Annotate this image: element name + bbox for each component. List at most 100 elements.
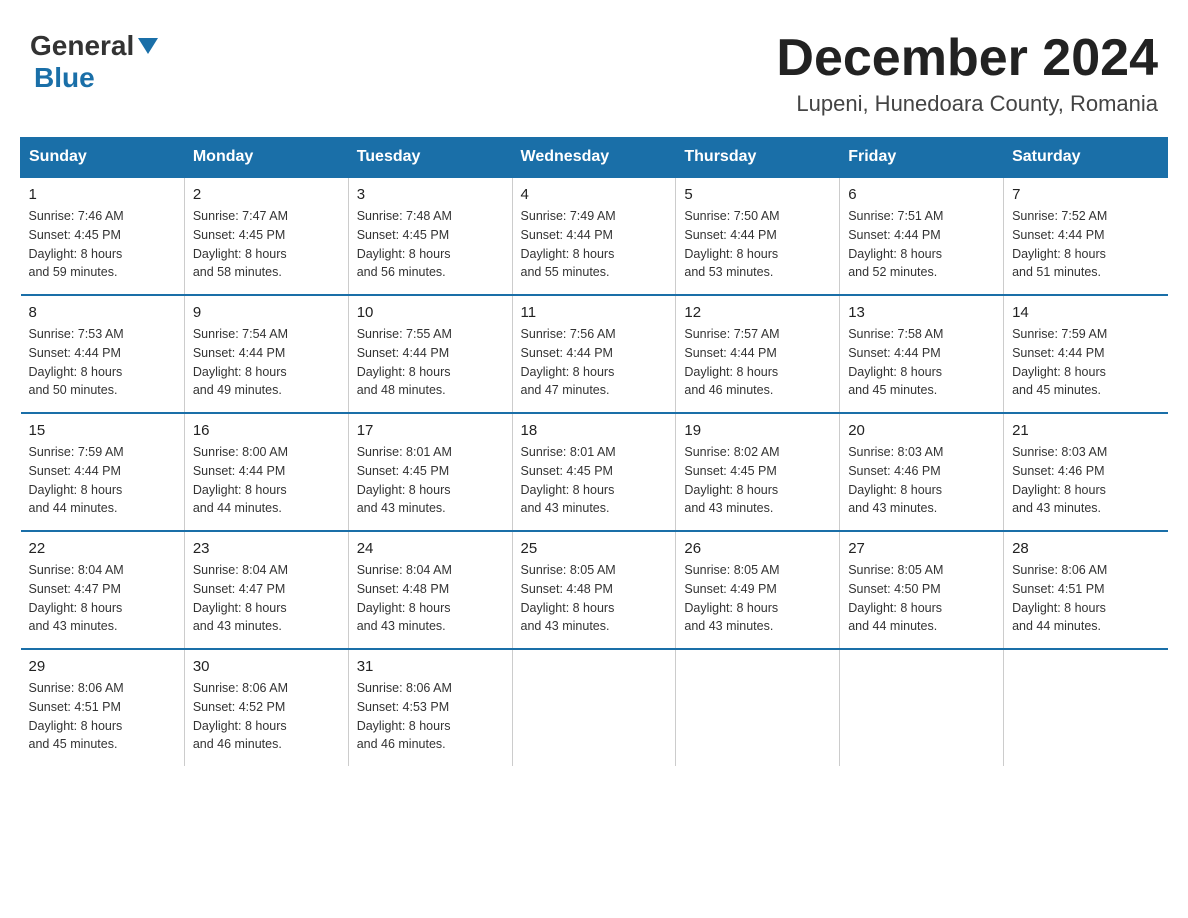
calendar-week-1: 1 Sunrise: 7:46 AM Sunset: 4:45 PM Dayli… [21, 177, 1168, 295]
day-info: Sunrise: 8:04 AM Sunset: 4:47 PM Dayligh… [193, 561, 340, 636]
calendar-day-2: 2 Sunrise: 7:47 AM Sunset: 4:45 PM Dayli… [184, 177, 348, 295]
day-number: 3 [357, 186, 504, 203]
calendar-day-24: 24 Sunrise: 8:04 AM Sunset: 4:48 PM Dayl… [348, 531, 512, 649]
calendar-day-30: 30 Sunrise: 8:06 AM Sunset: 4:52 PM Dayl… [184, 649, 348, 766]
day-info: Sunrise: 7:56 AM Sunset: 4:44 PM Dayligh… [521, 325, 668, 400]
calendar-day-10: 10 Sunrise: 7:55 AM Sunset: 4:44 PM Dayl… [348, 295, 512, 413]
calendar-day-6: 6 Sunrise: 7:51 AM Sunset: 4:44 PM Dayli… [840, 177, 1004, 295]
weekday-header-sunday: Sunday [21, 138, 185, 178]
calendar-day-21: 21 Sunrise: 8:03 AM Sunset: 4:46 PM Dayl… [1004, 413, 1168, 531]
logo-triangle-icon [138, 38, 158, 54]
calendar-day-8: 8 Sunrise: 7:53 AM Sunset: 4:44 PM Dayli… [21, 295, 185, 413]
logo-text: General [30, 30, 160, 62]
day-info: Sunrise: 8:05 AM Sunset: 4:48 PM Dayligh… [521, 561, 668, 636]
calendar-day-31: 31 Sunrise: 8:06 AM Sunset: 4:53 PM Dayl… [348, 649, 512, 766]
day-info: Sunrise: 8:06 AM Sunset: 4:52 PM Dayligh… [193, 679, 340, 754]
day-info: Sunrise: 7:54 AM Sunset: 4:44 PM Dayligh… [193, 325, 340, 400]
calendar-day-25: 25 Sunrise: 8:05 AM Sunset: 4:48 PM Dayl… [512, 531, 676, 649]
day-info: Sunrise: 7:48 AM Sunset: 4:45 PM Dayligh… [357, 207, 504, 282]
day-number: 29 [29, 658, 176, 675]
day-number: 25 [521, 540, 668, 557]
day-number: 4 [521, 186, 668, 203]
day-number: 24 [357, 540, 504, 557]
calendar-day-3: 3 Sunrise: 7:48 AM Sunset: 4:45 PM Dayli… [348, 177, 512, 295]
day-info: Sunrise: 7:47 AM Sunset: 4:45 PM Dayligh… [193, 207, 340, 282]
day-info: Sunrise: 8:03 AM Sunset: 4:46 PM Dayligh… [848, 443, 995, 518]
day-info: Sunrise: 8:04 AM Sunset: 4:47 PM Dayligh… [29, 561, 176, 636]
calendar-day-29: 29 Sunrise: 8:06 AM Sunset: 4:51 PM Dayl… [21, 649, 185, 766]
calendar-day-14: 14 Sunrise: 7:59 AM Sunset: 4:44 PM Dayl… [1004, 295, 1168, 413]
calendar-day-15: 15 Sunrise: 7:59 AM Sunset: 4:44 PM Dayl… [21, 413, 185, 531]
day-number: 12 [684, 304, 831, 321]
calendar-day-23: 23 Sunrise: 8:04 AM Sunset: 4:47 PM Dayl… [184, 531, 348, 649]
day-number: 16 [193, 422, 340, 439]
weekday-header-wednesday: Wednesday [512, 138, 676, 178]
month-title: December 2024 [776, 30, 1158, 87]
day-info: Sunrise: 8:06 AM Sunset: 4:51 PM Dayligh… [29, 679, 176, 754]
day-info: Sunrise: 8:01 AM Sunset: 4:45 PM Dayligh… [357, 443, 504, 518]
calendar-day-13: 13 Sunrise: 7:58 AM Sunset: 4:44 PM Dayl… [840, 295, 1004, 413]
day-number: 10 [357, 304, 504, 321]
calendar-week-5: 29 Sunrise: 8:06 AM Sunset: 4:51 PM Dayl… [21, 649, 1168, 766]
empty-cell [1004, 649, 1168, 766]
empty-cell [676, 649, 840, 766]
day-number: 6 [848, 186, 995, 203]
calendar-day-11: 11 Sunrise: 7:56 AM Sunset: 4:44 PM Dayl… [512, 295, 676, 413]
day-number: 30 [193, 658, 340, 675]
calendar-day-19: 19 Sunrise: 8:02 AM Sunset: 4:45 PM Dayl… [676, 413, 840, 531]
calendar-day-16: 16 Sunrise: 8:00 AM Sunset: 4:44 PM Dayl… [184, 413, 348, 531]
day-info: Sunrise: 7:58 AM Sunset: 4:44 PM Dayligh… [848, 325, 995, 400]
calendar-day-20: 20 Sunrise: 8:03 AM Sunset: 4:46 PM Dayl… [840, 413, 1004, 531]
logo-general: General [30, 30, 134, 62]
day-info: Sunrise: 8:05 AM Sunset: 4:49 PM Dayligh… [684, 561, 831, 636]
page-header: General Blue December 2024 Lupeni, Huned… [20, 20, 1168, 117]
empty-cell [512, 649, 676, 766]
calendar-day-5: 5 Sunrise: 7:50 AM Sunset: 4:44 PM Dayli… [676, 177, 840, 295]
day-info: Sunrise: 7:50 AM Sunset: 4:44 PM Dayligh… [684, 207, 831, 282]
calendar-day-12: 12 Sunrise: 7:57 AM Sunset: 4:44 PM Dayl… [676, 295, 840, 413]
day-info: Sunrise: 8:03 AM Sunset: 4:46 PM Dayligh… [1012, 443, 1159, 518]
weekday-header-thursday: Thursday [676, 138, 840, 178]
day-number: 11 [521, 304, 668, 321]
day-info: Sunrise: 7:59 AM Sunset: 4:44 PM Dayligh… [1012, 325, 1159, 400]
weekday-header-saturday: Saturday [1004, 138, 1168, 178]
day-number: 9 [193, 304, 340, 321]
calendar-day-7: 7 Sunrise: 7:52 AM Sunset: 4:44 PM Dayli… [1004, 177, 1168, 295]
day-info: Sunrise: 7:46 AM Sunset: 4:45 PM Dayligh… [29, 207, 176, 282]
weekday-header-friday: Friday [840, 138, 1004, 178]
day-number: 22 [29, 540, 176, 557]
calendar-week-3: 15 Sunrise: 7:59 AM Sunset: 4:44 PM Dayl… [21, 413, 1168, 531]
day-number: 23 [193, 540, 340, 557]
calendar-day-1: 1 Sunrise: 7:46 AM Sunset: 4:45 PM Dayli… [21, 177, 185, 295]
calendar-day-9: 9 Sunrise: 7:54 AM Sunset: 4:44 PM Dayli… [184, 295, 348, 413]
day-info: Sunrise: 8:02 AM Sunset: 4:45 PM Dayligh… [684, 443, 831, 518]
title-area: December 2024 Lupeni, Hunedoara County, … [776, 30, 1158, 117]
day-number: 5 [684, 186, 831, 203]
day-info: Sunrise: 7:53 AM Sunset: 4:44 PM Dayligh… [29, 325, 176, 400]
logo: General Blue [30, 30, 160, 94]
weekday-header-row: SundayMondayTuesdayWednesdayThursdayFrid… [21, 138, 1168, 178]
day-info: Sunrise: 7:59 AM Sunset: 4:44 PM Dayligh… [29, 443, 176, 518]
calendar-day-22: 22 Sunrise: 8:04 AM Sunset: 4:47 PM Dayl… [21, 531, 185, 649]
day-number: 1 [29, 186, 176, 203]
day-number: 17 [357, 422, 504, 439]
day-info: Sunrise: 7:49 AM Sunset: 4:44 PM Dayligh… [521, 207, 668, 282]
empty-cell [840, 649, 1004, 766]
day-number: 28 [1012, 540, 1159, 557]
day-number: 20 [848, 422, 995, 439]
day-number: 18 [521, 422, 668, 439]
calendar-day-17: 17 Sunrise: 8:01 AM Sunset: 4:45 PM Dayl… [348, 413, 512, 531]
day-number: 26 [684, 540, 831, 557]
day-number: 21 [1012, 422, 1159, 439]
day-info: Sunrise: 7:55 AM Sunset: 4:44 PM Dayligh… [357, 325, 504, 400]
weekday-header-monday: Monday [184, 138, 348, 178]
day-number: 15 [29, 422, 176, 439]
day-number: 7 [1012, 186, 1159, 203]
day-number: 14 [1012, 304, 1159, 321]
weekday-header-tuesday: Tuesday [348, 138, 512, 178]
calendar-day-28: 28 Sunrise: 8:06 AM Sunset: 4:51 PM Dayl… [1004, 531, 1168, 649]
calendar-day-27: 27 Sunrise: 8:05 AM Sunset: 4:50 PM Dayl… [840, 531, 1004, 649]
day-number: 8 [29, 304, 176, 321]
day-info: Sunrise: 8:00 AM Sunset: 4:44 PM Dayligh… [193, 443, 340, 518]
day-info: Sunrise: 7:57 AM Sunset: 4:44 PM Dayligh… [684, 325, 831, 400]
